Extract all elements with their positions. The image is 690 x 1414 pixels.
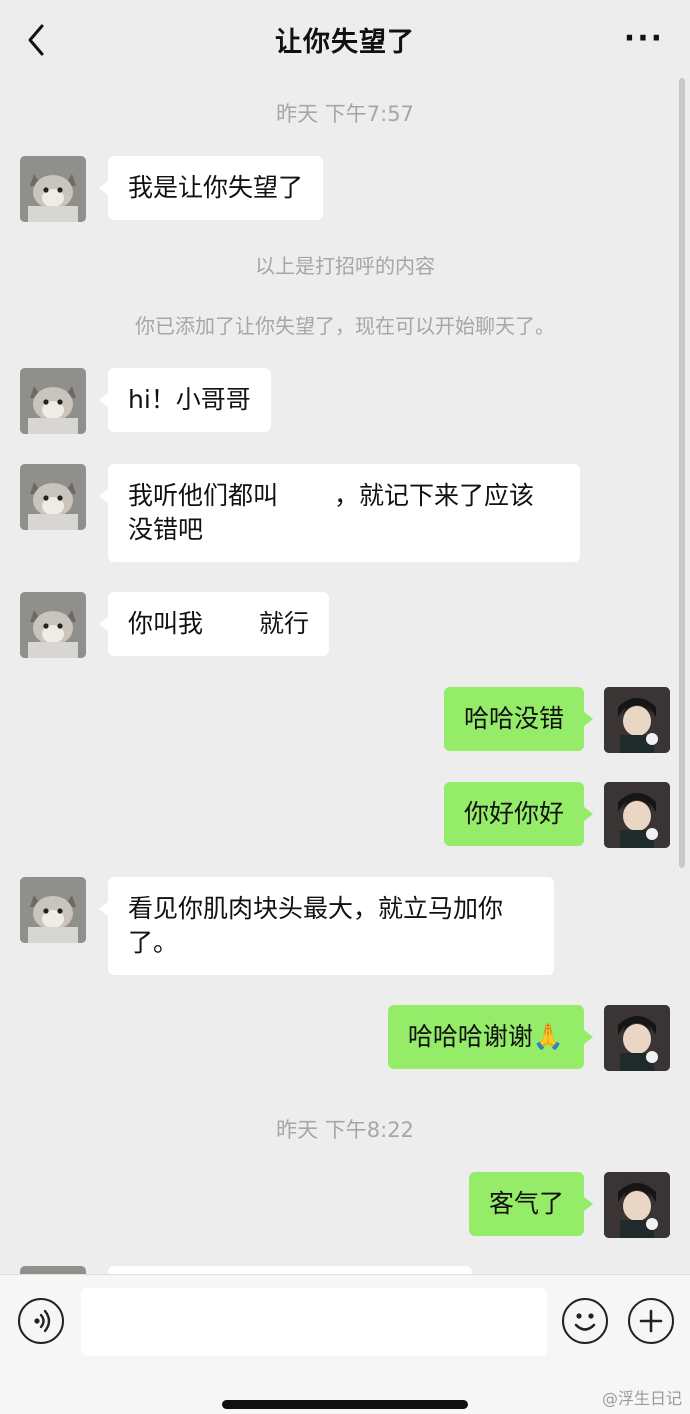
message-bubble[interactable]: 看见你肌肉块头最大，就立马加你 了。 bbox=[99, 877, 554, 975]
my-avatar[interactable] bbox=[604, 1172, 670, 1238]
contact-avatar[interactable] bbox=[20, 592, 86, 658]
message-text: 客气了 bbox=[488, 1189, 564, 1218]
navigation-bar: 让你失望了 ··· bbox=[0, 0, 690, 82]
watermark: @浮生日记 bbox=[601, 1389, 682, 1408]
contact-avatar[interactable] bbox=[20, 156, 86, 222]
system-notice: 以上是打招呼的内容 bbox=[255, 254, 435, 278]
timestamp: 昨天 下午8:22 bbox=[276, 1118, 414, 1142]
scrollbar[interactable] bbox=[679, 78, 685, 868]
message-text: 看见你肌肉块头最大，就立马加你 bbox=[128, 894, 504, 923]
message-text: 我听他们都叫 bbox=[128, 481, 279, 510]
emoji-icon[interactable] bbox=[562, 1298, 608, 1344]
message-text: 你好你好 bbox=[463, 799, 564, 828]
message-text: 你叫我 bbox=[128, 609, 204, 638]
system-notice: 你已添加了让你失望了，现在可以开始聊天了。 bbox=[135, 314, 555, 338]
message-text: 没错吧 bbox=[128, 515, 204, 544]
message-text: 就行 bbox=[259, 609, 310, 638]
message-bubble[interactable]: 客气了 bbox=[468, 1172, 594, 1236]
message-text: 哈哈哈谢谢 bbox=[407, 1022, 533, 1051]
voice-icon[interactable] bbox=[18, 1298, 64, 1344]
contact-avatar[interactable] bbox=[20, 1266, 86, 1274]
contact-avatar[interactable] bbox=[20, 464, 86, 530]
message-bubble[interactable]: 你叫我 就行 bbox=[98, 592, 330, 656]
message-bubble[interactable]: 你好你好 bbox=[443, 782, 594, 846]
message-bubble[interactable] bbox=[108, 1266, 472, 1274]
message-bubble[interactable]: 我是让你失望了 bbox=[98, 156, 324, 220]
contact-avatar[interactable] bbox=[20, 368, 86, 434]
timestamp: 昨天 下午7:57 bbox=[276, 102, 414, 126]
message-text: hi！小哥哥 bbox=[128, 385, 251, 414]
more-dots-icon[interactable]: ··· bbox=[624, 24, 664, 54]
home-indicator[interactable] bbox=[222, 1400, 468, 1409]
redacted-mark bbox=[278, 484, 335, 510]
message-text: 哈哈没错 bbox=[463, 704, 564, 733]
message-bubble[interactable]: 哈哈哈谢谢🙏 bbox=[387, 1005, 594, 1069]
message-bubble[interactable]: 哈哈没错 bbox=[443, 687, 594, 751]
chat-title: 让你失望了 bbox=[275, 27, 415, 58]
praying-hands-emoji: 🙏 bbox=[532, 1022, 564, 1051]
message-text: 我是让你失望了 bbox=[128, 173, 304, 202]
my-avatar[interactable] bbox=[604, 1005, 670, 1071]
my-avatar[interactable] bbox=[604, 782, 670, 848]
contact-avatar[interactable] bbox=[20, 877, 86, 943]
plus-icon[interactable] bbox=[628, 1298, 674, 1344]
message-bubble[interactable]: hi！小哥哥 bbox=[99, 368, 271, 432]
redacted-mark bbox=[203, 612, 260, 638]
message-bubble[interactable]: 我听他们都叫 ，就记下来了应该没错吧 bbox=[99, 464, 580, 562]
message-text: ，就记下来了应该 bbox=[334, 481, 535, 510]
my-avatar[interactable] bbox=[604, 687, 670, 753]
message-text: 了。 bbox=[128, 928, 179, 957]
message-input[interactable] bbox=[81, 1288, 547, 1356]
